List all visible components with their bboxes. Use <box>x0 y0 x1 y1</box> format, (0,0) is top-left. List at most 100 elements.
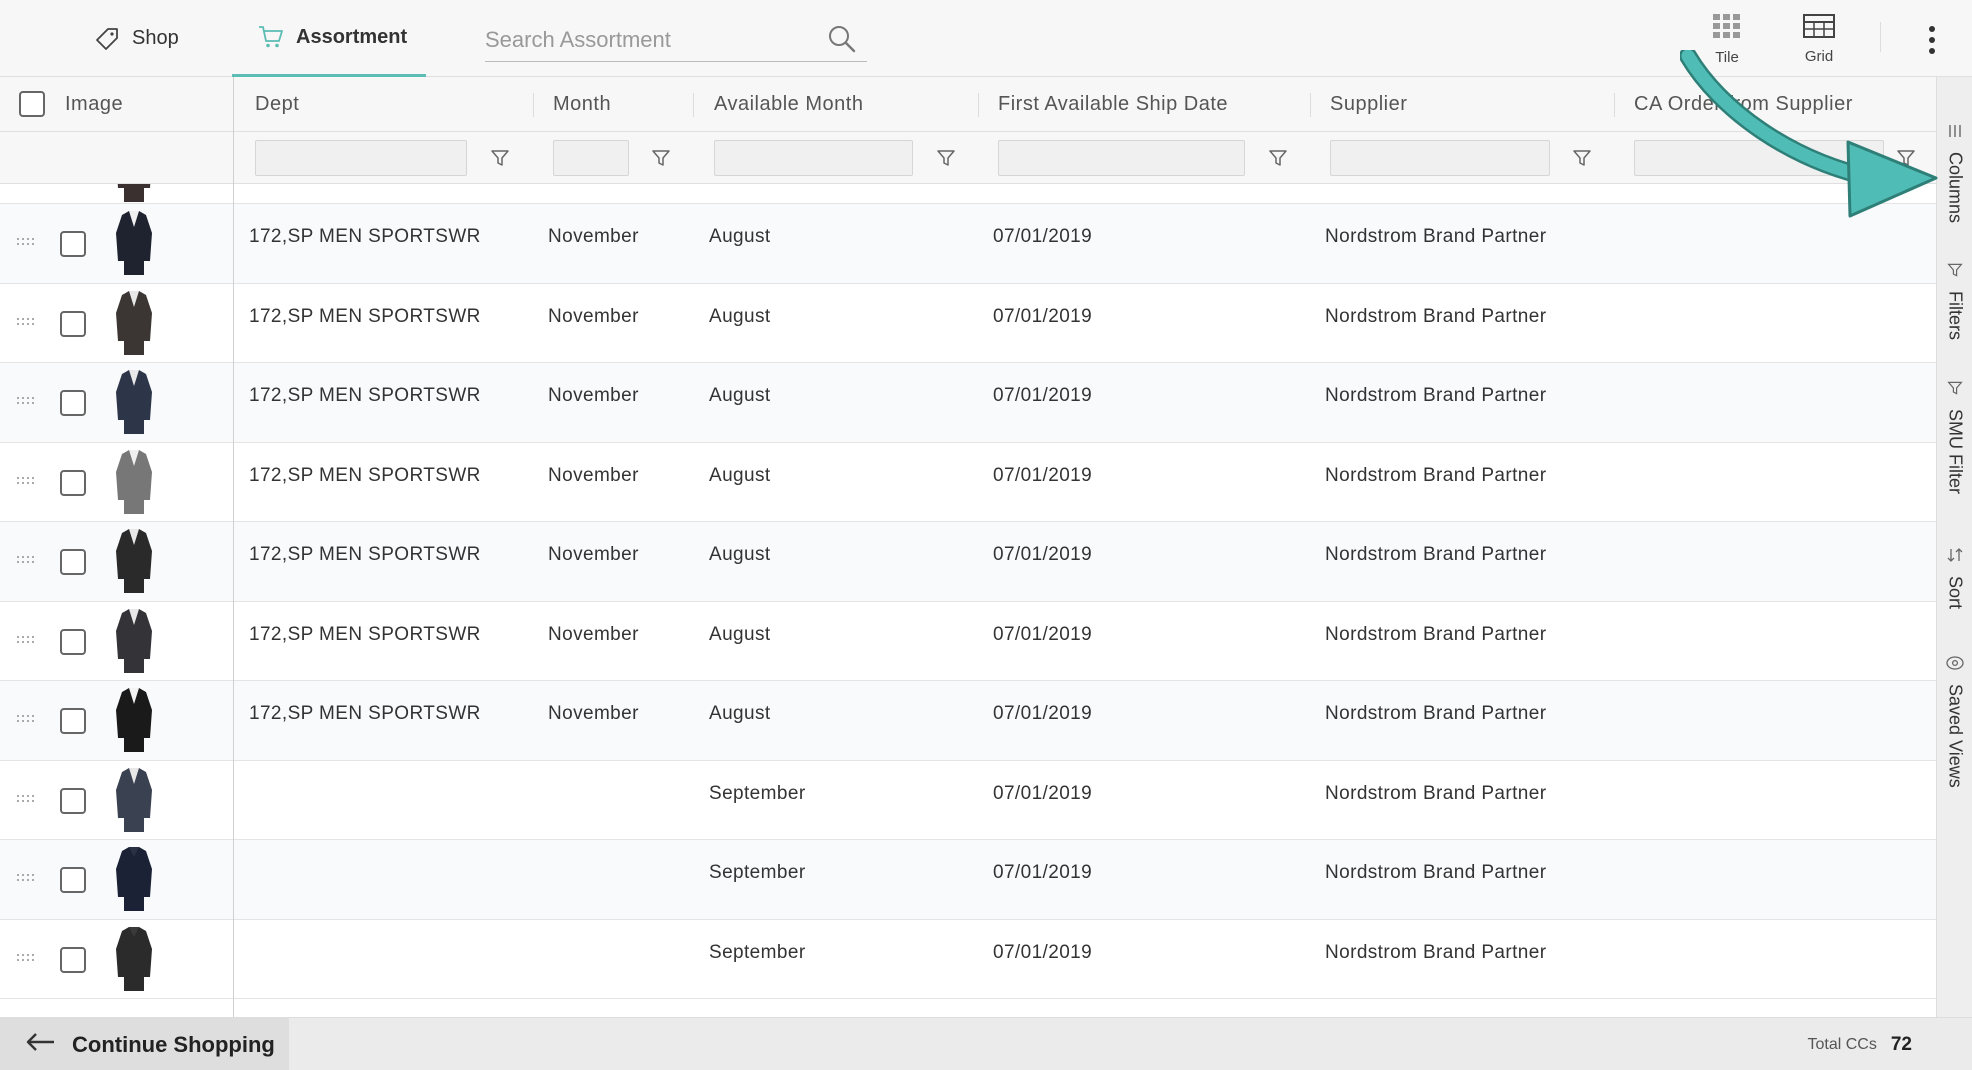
row-checkbox[interactable] <box>60 708 86 734</box>
continue-shopping-button[interactable]: Continue Shopping <box>0 1018 289 1070</box>
available-month-cell: August <box>709 385 771 406</box>
table-row[interactable]: September 07/01/2019 Nordstrom Brand Par… <box>0 840 1936 920</box>
drag-handle-icon[interactable] <box>17 635 35 646</box>
column-header-image[interactable]: Image <box>65 77 123 132</box>
search-icon[interactable] <box>827 24 857 59</box>
product-thumbnail[interactable] <box>114 529 154 595</box>
available-month-cell: September <box>709 941 806 963</box>
drag-handle-icon[interactable] <box>17 874 35 884</box>
side-tab-saved-views[interactable]: Saved Views <box>1937 655 1972 788</box>
first-ship-date-cell: 07/01/2019 <box>993 226 1093 247</box>
tag-icon <box>94 26 120 52</box>
column-header-first-ship-date[interactable]: First Available Ship Date <box>998 77 1228 132</box>
tab-assortment[interactable]: Assortment <box>232 0 426 77</box>
column-separator[interactable] <box>533 93 534 117</box>
side-tab-smu-filter[interactable]: SMU Filter <box>1937 380 1972 494</box>
supplier-filter-input[interactable] <box>1330 140 1550 176</box>
supplier-cell: Nordstrom Brand Partner <box>1325 464 1547 486</box>
side-tab-filters[interactable]: Filters <box>1937 262 1972 340</box>
toolbar-divider <box>1880 22 1881 52</box>
filter-icon[interactable] <box>490 148 510 168</box>
table-row[interactable]: 172,SP MEN SPORTSWR November August 07/0… <box>0 443 1936 522</box>
drag-handle-icon[interactable] <box>17 317 35 328</box>
column-header-dept[interactable]: Dept <box>255 77 299 132</box>
column-separator[interactable] <box>1614 93 1615 117</box>
filter-icon[interactable] <box>936 148 956 168</box>
side-tab-sort[interactable]: Sort <box>1937 547 1972 609</box>
filter-icon[interactable] <box>651 148 671 168</box>
select-all-checkbox[interactable] <box>19 91 45 117</box>
drag-handle-icon[interactable] <box>17 556 35 566</box>
drag-handle-icon[interactable] <box>17 476 35 487</box>
top-toolbar: Shop Assortment Tile <box>0 0 1972 77</box>
month-cell: November <box>548 703 639 724</box>
drag-handle-icon[interactable] <box>17 715 35 725</box>
row-checkbox[interactable] <box>60 787 86 814</box>
search-input[interactable] <box>485 26 815 53</box>
filter-icon[interactable] <box>1896 148 1916 168</box>
product-thumbnail[interactable] <box>114 211 154 277</box>
row-checkbox[interactable] <box>60 310 86 337</box>
product-thumbnail[interactable] <box>114 290 154 357</box>
total-ccs: Total CCs 72 <box>1808 1018 1913 1070</box>
drag-handle-icon[interactable] <box>17 238 35 248</box>
first-ship-date-filter-input[interactable] <box>998 140 1245 176</box>
table-row[interactable]: 172,SP MEN SPORTSWR November August 07/0… <box>0 681 1936 761</box>
column-separator[interactable] <box>1310 93 1311 117</box>
product-thumbnail[interactable] <box>114 184 154 204</box>
dept-cell: 172,SP MEN SPORTSWR <box>249 226 481 247</box>
column-header-ca-order[interactable]: CA Order from Supplier <box>1634 77 1853 132</box>
available-month-filter-input[interactable] <box>714 140 913 176</box>
first-ship-date-cell: 07/01/2019 <box>993 305 1093 327</box>
table-row[interactable]: 172,SP MEN SPORTSWR November August 07/0… <box>0 204 1936 284</box>
month-cell: November <box>548 544 639 565</box>
row-checkbox[interactable] <box>60 867 86 893</box>
product-thumbnail[interactable] <box>114 847 154 913</box>
row-checkbox[interactable] <box>60 628 86 655</box>
product-thumbnail[interactable] <box>114 926 154 993</box>
product-thumbnail[interactable] <box>114 449 154 516</box>
side-tab-columns[interactable]: Columns <box>1937 123 1972 223</box>
tile-label: Tile <box>1715 48 1739 66</box>
drag-handle-icon[interactable] <box>17 953 35 964</box>
row-checkbox[interactable] <box>60 231 86 257</box>
tab-shop[interactable]: Shop <box>94 0 179 77</box>
product-thumbnail[interactable] <box>114 767 154 834</box>
table-row[interactable]: 172,SP MEN SPORTSWR November August 07/0… <box>0 363 1936 443</box>
column-header-supplier[interactable]: Supplier <box>1330 77 1407 132</box>
grid-icon <box>1803 13 1835 42</box>
product-thumbnail[interactable] <box>114 688 154 754</box>
column-header-available-month[interactable]: Available Month <box>714 77 863 132</box>
grid-view-button[interactable]: Grid <box>1789 10 1849 68</box>
filter-icon <box>1947 262 1963 283</box>
filter-icon[interactable] <box>1268 148 1288 168</box>
side-tab-saved-views-label: Saved Views <box>1945 684 1966 788</box>
product-thumbnail[interactable] <box>114 608 154 675</box>
month-cell: November <box>548 226 639 247</box>
row-checkbox[interactable] <box>60 946 86 973</box>
table-row[interactable]: 172,SP MEN SPORTSWR November August 07/0… <box>0 602 1936 681</box>
more-options-icon[interactable] <box>1922 22 1942 58</box>
column-separator[interactable] <box>693 93 694 117</box>
product-thumbnail[interactable] <box>114 370 154 436</box>
ca-order-filter-input[interactable] <box>1634 140 1884 176</box>
drag-handle-icon[interactable] <box>17 794 35 805</box>
table-row[interactable]: 172,SP MEN SPORTSWR November August 07/0… <box>0 522 1936 602</box>
row-checkbox[interactable] <box>60 390 86 416</box>
table-row[interactable]: September 07/01/2019 Nordstrom Brand Par… <box>0 920 1936 999</box>
available-month-cell: August <box>709 703 771 724</box>
row-checkbox[interactable] <box>60 549 86 575</box>
table-row[interactable] <box>0 184 1936 204</box>
tile-view-button[interactable]: Tile <box>1697 10 1757 68</box>
filter-icon[interactable] <box>1572 148 1592 168</box>
drag-handle-icon[interactable] <box>17 397 35 407</box>
available-month-cell: August <box>709 305 771 327</box>
table-row[interactable]: September 07/01/2019 Nordstrom Brand Par… <box>0 761 1936 840</box>
dept-filter-input[interactable] <box>255 140 467 176</box>
row-checkbox[interactable] <box>60 469 86 496</box>
month-filter-input[interactable] <box>553 140 629 176</box>
table-row[interactable]: 172,SP MEN SPORTSWR November August 07/0… <box>0 284 1936 363</box>
column-header-month[interactable]: Month <box>553 77 611 132</box>
supplier-cell: Nordstrom Brand Partner <box>1325 941 1547 963</box>
column-separator[interactable] <box>978 93 979 117</box>
